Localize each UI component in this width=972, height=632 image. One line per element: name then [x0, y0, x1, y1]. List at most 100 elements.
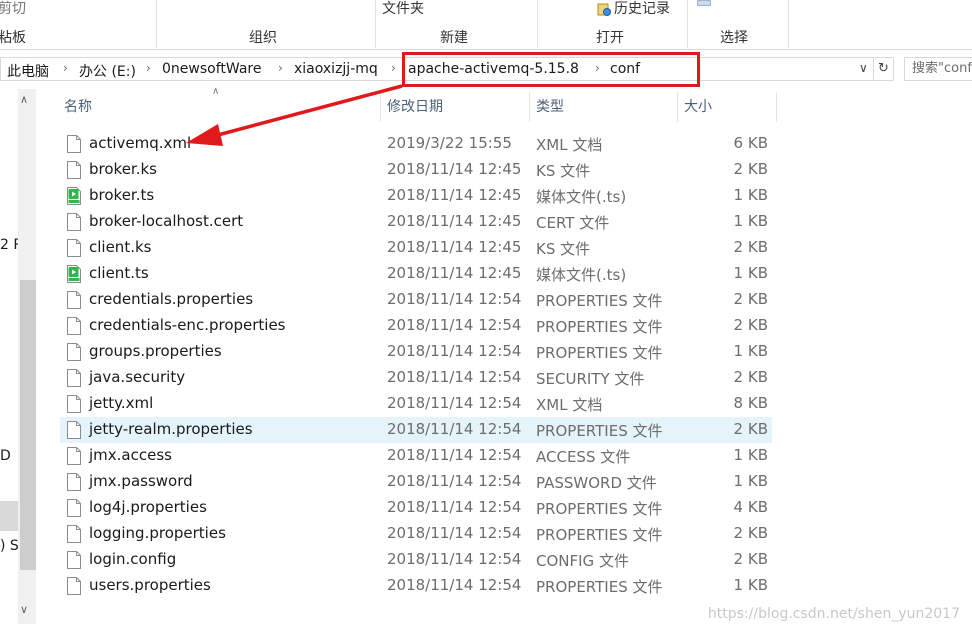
- file-name[interactable]: jmx.password: [89, 472, 193, 490]
- file-name[interactable]: jmx.access: [89, 446, 172, 464]
- file-date: 2018/11/14 12:54: [387, 394, 522, 412]
- file-row[interactable]: client.ts 2018/11/14 12:45 媒体文件(.ts) 1 KB: [60, 261, 772, 287]
- document-icon: [67, 213, 81, 231]
- breadcrumb-conf[interactable]: conf: [610, 61, 640, 77]
- select-group-label: 选择: [720, 30, 748, 46]
- ribbon-divider: [375, 0, 376, 48]
- file-type: CERT 文件: [536, 214, 610, 232]
- file-date: 2019/3/22 15:55: [387, 134, 512, 152]
- file-name[interactable]: credentials.properties: [89, 290, 253, 308]
- navigation-item-fragment[interactable]: ) S: [0, 538, 19, 554]
- file-row[interactable]: broker-localhost.cert 2018/11/14 12:45 CER…: [60, 209, 772, 235]
- chevron-down-icon[interactable]: ∨: [859, 61, 868, 75]
- file-name[interactable]: logging.properties: [89, 524, 226, 542]
- chevron-right-icon[interactable]: ›: [278, 61, 283, 75]
- ribbon-divider: [788, 0, 789, 48]
- document-icon: [67, 421, 81, 439]
- breadcrumb-this-pc[interactable]: 此电脑: [7, 61, 49, 81]
- file-row[interactable]: jetty.xml 2018/11/14 12:54 XML 文档 8 KB: [60, 391, 772, 417]
- breadcrumb-xiaoxizjj-mq[interactable]: xiaoxizjj-mq: [294, 61, 378, 77]
- file-date: 2018/11/14 12:54: [387, 290, 522, 308]
- file-type: PROPERTIES 文件: [536, 318, 663, 336]
- column-divider[interactable]: [677, 92, 678, 122]
- file-date: 2018/11/14 12:45: [387, 160, 522, 178]
- file-size: 2 KB: [733, 238, 768, 256]
- new-folder-button[interactable]: 文件夹: [382, 0, 424, 18]
- document-icon: [67, 343, 81, 361]
- file-name[interactable]: broker.ks: [89, 160, 157, 178]
- file-name[interactable]: login.config: [89, 550, 176, 568]
- file-size: 2 KB: [733, 524, 768, 542]
- file-row[interactable]: groups.properties 2018/11/14 12:54 PROPERT…: [60, 339, 772, 365]
- navigation-scrollbar-thumb[interactable]: [20, 280, 36, 570]
- file-row[interactable]: jetty-realm.properties 2018/11/14 12:54 PR…: [60, 417, 772, 443]
- document-icon: [67, 135, 81, 153]
- scroll-up-icon[interactable]: ∧: [20, 93, 28, 106]
- file-date: 2018/11/14 12:45: [387, 264, 522, 282]
- history-icon: [597, 3, 611, 16]
- file-name[interactable]: client.ks: [89, 238, 151, 256]
- breadcrumb-drive[interactable]: 办公 (E:): [79, 61, 136, 81]
- column-header-date[interactable]: 修改日期: [387, 96, 443, 122]
- file-name[interactable]: jetty.xml: [89, 394, 153, 412]
- file-date: 2018/11/14 12:45: [387, 186, 522, 204]
- breadcrumb-newsoftware[interactable]: 0newsoftWare: [162, 61, 261, 77]
- column-header-name[interactable]: 名称: [64, 96, 92, 122]
- select-all-icon[interactable]: [697, 0, 711, 6]
- search-input[interactable]: 搜索"conf": [904, 57, 972, 81]
- file-date: 2018/11/14 12:54: [387, 342, 522, 360]
- file-type: XML 文档: [536, 136, 603, 154]
- column-divider[interactable]: [529, 92, 530, 122]
- chevron-right-icon[interactable]: ›: [391, 61, 396, 75]
- file-name[interactable]: groups.properties: [89, 342, 222, 360]
- media-file-icon: [67, 187, 81, 205]
- document-icon: [67, 395, 81, 413]
- scroll-down-icon[interactable]: ∨: [20, 603, 28, 616]
- file-row[interactable]: activemq.xml 2019/3/22 15:55 XML 文档 6 KB: [60, 131, 772, 157]
- file-row[interactable]: credentials.properties 2018/11/14 12:54 PR…: [60, 287, 772, 313]
- cut-button[interactable]: 剪切: [0, 0, 26, 18]
- file-row[interactable]: credentials-enc.properties 2018/11/14 12:…: [60, 313, 772, 339]
- file-row[interactable]: login.config 2018/11/14 12:54 CONFIG 文件 2 K…: [60, 547, 772, 573]
- file-type: 媒体文件(.ts): [536, 266, 627, 284]
- address-bar[interactable]: 此电脑 › 办公 (E:) › 0newsoftWare › xiaoxizjj…: [0, 57, 874, 81]
- file-name[interactable]: jetty-realm.properties: [89, 420, 253, 438]
- column-header-size[interactable]: 大小: [684, 96, 712, 122]
- file-type: PROPERTIES 文件: [536, 344, 663, 362]
- file-row[interactable]: log4j.properties 2018/11/14 12:54 PROPERTI…: [60, 495, 772, 521]
- file-size: 1 KB: [733, 186, 768, 204]
- chevron-right-icon[interactable]: ›: [595, 61, 600, 75]
- file-type: CONFIG 文件: [536, 552, 629, 570]
- breadcrumb-activemq[interactable]: apache-activemq-5.15.8: [408, 61, 579, 77]
- file-row[interactable]: broker.ts 2018/11/14 12:45 媒体文件(.ts) 1 KB: [60, 183, 772, 209]
- file-name[interactable]: activemq.xml: [89, 134, 191, 152]
- file-name[interactable]: client.ts: [89, 264, 149, 282]
- column-divider[interactable]: [776, 92, 777, 122]
- file-name[interactable]: broker-localhost.cert: [89, 212, 243, 230]
- file-row[interactable]: java.security 2018/11/14 12:54 SECURITY 文件…: [60, 365, 772, 391]
- file-name[interactable]: java.security: [89, 368, 185, 386]
- navigation-selected-item[interactable]: [0, 501, 18, 531]
- navigation-item-fragment[interactable]: D: [0, 448, 11, 464]
- file-row[interactable]: client.ks 2018/11/14 12:45 KS 文件 2 KB: [60, 235, 772, 261]
- column-divider[interactable]: [380, 92, 381, 122]
- file-row[interactable]: jmx.access 2018/11/14 12:54 ACCESS 文件 1 KB: [60, 443, 772, 469]
- column-header-type[interactable]: 类型: [536, 96, 564, 122]
- file-date: 2018/11/14 12:54: [387, 498, 522, 516]
- file-name[interactable]: users.properties: [89, 576, 211, 594]
- file-row[interactable]: logging.properties 2018/11/14 12:54 PROPER…: [60, 521, 772, 547]
- chevron-right-icon[interactable]: ›: [63, 61, 68, 75]
- file-size: 1 KB: [733, 446, 768, 464]
- file-name[interactable]: log4j.properties: [89, 498, 207, 516]
- refresh-icon[interactable]: ↻: [874, 57, 894, 81]
- history-button[interactable]: 历史记录: [614, 0, 670, 18]
- file-date: 2018/11/14 12:54: [387, 524, 522, 542]
- file-row[interactable]: jmx.password 2018/11/14 12:54 PASSWORD 文件 1…: [60, 469, 772, 495]
- file-row[interactable]: users.properties 2018/11/14 12:54 PROPERTI…: [60, 573, 772, 599]
- file-name[interactable]: credentials-enc.properties: [89, 316, 286, 334]
- chevron-right-icon[interactable]: ›: [146, 61, 151, 75]
- file-row[interactable]: broker.ks 2018/11/14 12:45 KS 文件 2 KB: [60, 157, 772, 183]
- ribbon-divider: [537, 0, 538, 48]
- file-name[interactable]: broker.ts: [89, 186, 154, 204]
- document-icon: [67, 291, 81, 309]
